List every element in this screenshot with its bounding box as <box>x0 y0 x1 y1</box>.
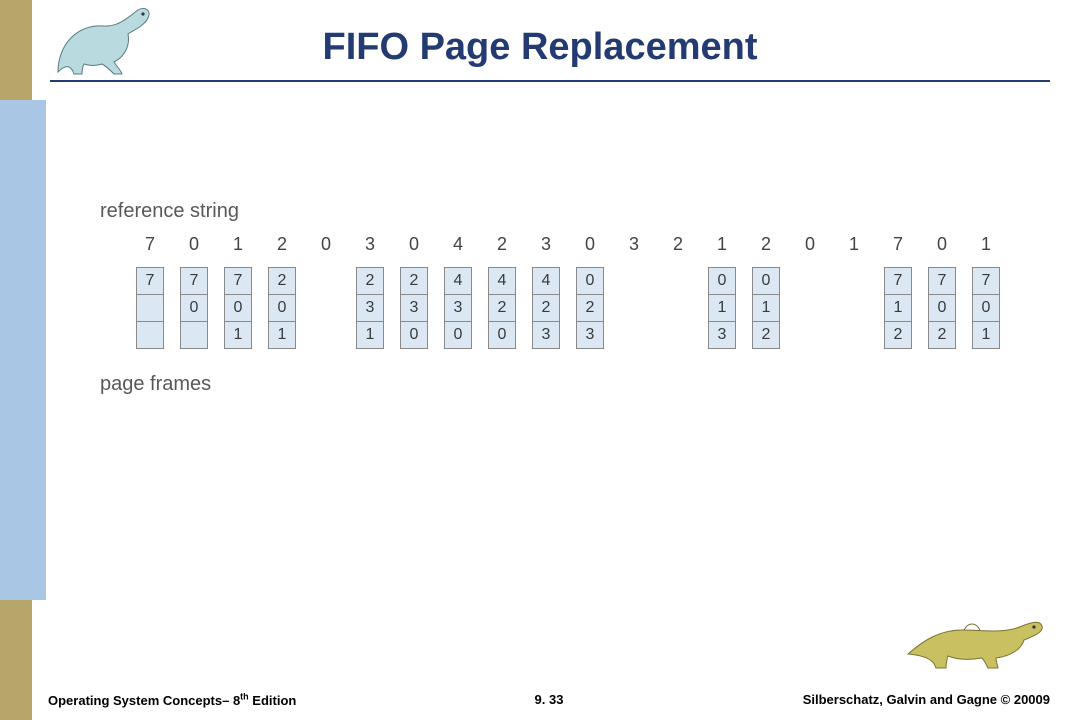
frame-cell: 0 <box>400 321 428 349</box>
reference-string-value: 1 <box>216 229 260 259</box>
left-bar-blue <box>0 100 46 600</box>
frame-cell <box>136 294 164 322</box>
frame-cell: 7 <box>180 267 208 295</box>
reference-string-value: 0 <box>568 229 612 259</box>
frame-cell: 2 <box>884 321 912 349</box>
frame-cell: 0 <box>576 267 604 295</box>
frame-cell: 1 <box>972 321 1000 349</box>
frame-cell: 2 <box>268 267 296 295</box>
reference-string-value: 0 <box>788 229 832 259</box>
reference-string-value: 0 <box>304 229 348 259</box>
frame-cell: 1 <box>708 294 736 322</box>
slide-title: FIFO Page Replacement <box>50 26 1030 69</box>
frame-cell: 2 <box>928 321 956 349</box>
frame-cell: 7 <box>972 267 1000 295</box>
frame-cell: 2 <box>576 294 604 322</box>
reference-string-value: 2 <box>656 229 700 259</box>
frame-cell: 1 <box>884 294 912 322</box>
frame-cell: 0 <box>752 267 780 295</box>
reference-string-label: reference string <box>100 200 1010 223</box>
frame-cell: 7 <box>928 267 956 295</box>
frame-cell: 2 <box>356 267 384 295</box>
frame-cell: 1 <box>268 321 296 349</box>
frame-cell: 3 <box>400 294 428 322</box>
frame-column: 712 <box>884 267 912 349</box>
frame-column: 701 <box>972 267 1000 349</box>
frame-column: 013 <box>708 267 736 349</box>
reference-string-value: 0 <box>920 229 964 259</box>
frame-column: 023 <box>576 267 604 349</box>
page-frames-label: page frames <box>100 373 1010 396</box>
reference-string-value: 1 <box>832 229 876 259</box>
frame-column: 231 <box>356 267 384 349</box>
frame-cell: 2 <box>488 294 516 322</box>
dinosaur-top-icon <box>48 4 158 82</box>
frame-cell: 3 <box>708 321 736 349</box>
frame-cell: 0 <box>268 294 296 322</box>
reference-string-value: 0 <box>172 229 216 259</box>
frame-cell: 3 <box>356 294 384 322</box>
frame-cell <box>180 321 208 349</box>
frame-cell: 0 <box>180 294 208 322</box>
frame-cell: 0 <box>928 294 956 322</box>
frame-cell: 3 <box>444 294 472 322</box>
frame-cell: 7 <box>136 267 164 295</box>
frame-cell: 2 <box>400 267 428 295</box>
reference-string-value: 1 <box>700 229 744 259</box>
fifo-figure: reference string 70120304230321201701 77… <box>100 200 1010 396</box>
frame-cell: 1 <box>752 294 780 322</box>
frame-column: 7 <box>136 267 164 349</box>
reference-string-value: 3 <box>524 229 568 259</box>
frame-cell: 0 <box>708 267 736 295</box>
frame-column: 430 <box>444 267 472 349</box>
frame-cell: 1 <box>224 321 252 349</box>
page-frames-row: 7707012012312304304204230230130127127027… <box>100 267 1010 359</box>
reference-string-value: 2 <box>480 229 524 259</box>
reference-string-value: 0 <box>392 229 436 259</box>
reference-string-value: 2 <box>744 229 788 259</box>
reference-string-value: 7 <box>876 229 920 259</box>
frame-column: 701 <box>224 267 252 349</box>
frame-cell: 1 <box>356 321 384 349</box>
frame-cell: 2 <box>752 321 780 349</box>
frame-cell: 7 <box>884 267 912 295</box>
frame-column: 423 <box>532 267 560 349</box>
reference-string-value: 3 <box>348 229 392 259</box>
reference-string-value: 1 <box>964 229 1008 259</box>
frame-cell: 7 <box>224 267 252 295</box>
title-underline <box>50 80 1050 82</box>
frame-cell: 4 <box>532 267 560 295</box>
frame-cell: 3 <box>532 321 560 349</box>
slide-footer: Operating System Concepts– 8th Edition 9… <box>48 692 1050 708</box>
frame-column: 012 <box>752 267 780 349</box>
reference-string-row: 70120304230321201701 <box>100 229 1010 263</box>
frame-cell: 0 <box>444 321 472 349</box>
frame-column: 702 <box>928 267 956 349</box>
frame-cell <box>136 321 164 349</box>
frame-cell: 0 <box>488 321 516 349</box>
dinosaur-bottom-icon <box>904 590 1044 670</box>
frame-cell: 2 <box>532 294 560 322</box>
frame-column: 201 <box>268 267 296 349</box>
frame-cell: 4 <box>444 267 472 295</box>
frame-cell: 0 <box>972 294 1000 322</box>
footer-right: Silberschatz, Galvin and Gagne © 20009 <box>803 692 1050 707</box>
frame-cell: 3 <box>576 321 604 349</box>
reference-string-value: 2 <box>260 229 304 259</box>
reference-string-value: 7 <box>128 229 172 259</box>
reference-string-value: 4 <box>436 229 480 259</box>
frame-column: 70 <box>180 267 208 349</box>
frame-column: 420 <box>488 267 516 349</box>
frame-cell: 0 <box>224 294 252 322</box>
frame-cell: 4 <box>488 267 516 295</box>
frame-column: 230 <box>400 267 428 349</box>
reference-string-value: 3 <box>612 229 656 259</box>
